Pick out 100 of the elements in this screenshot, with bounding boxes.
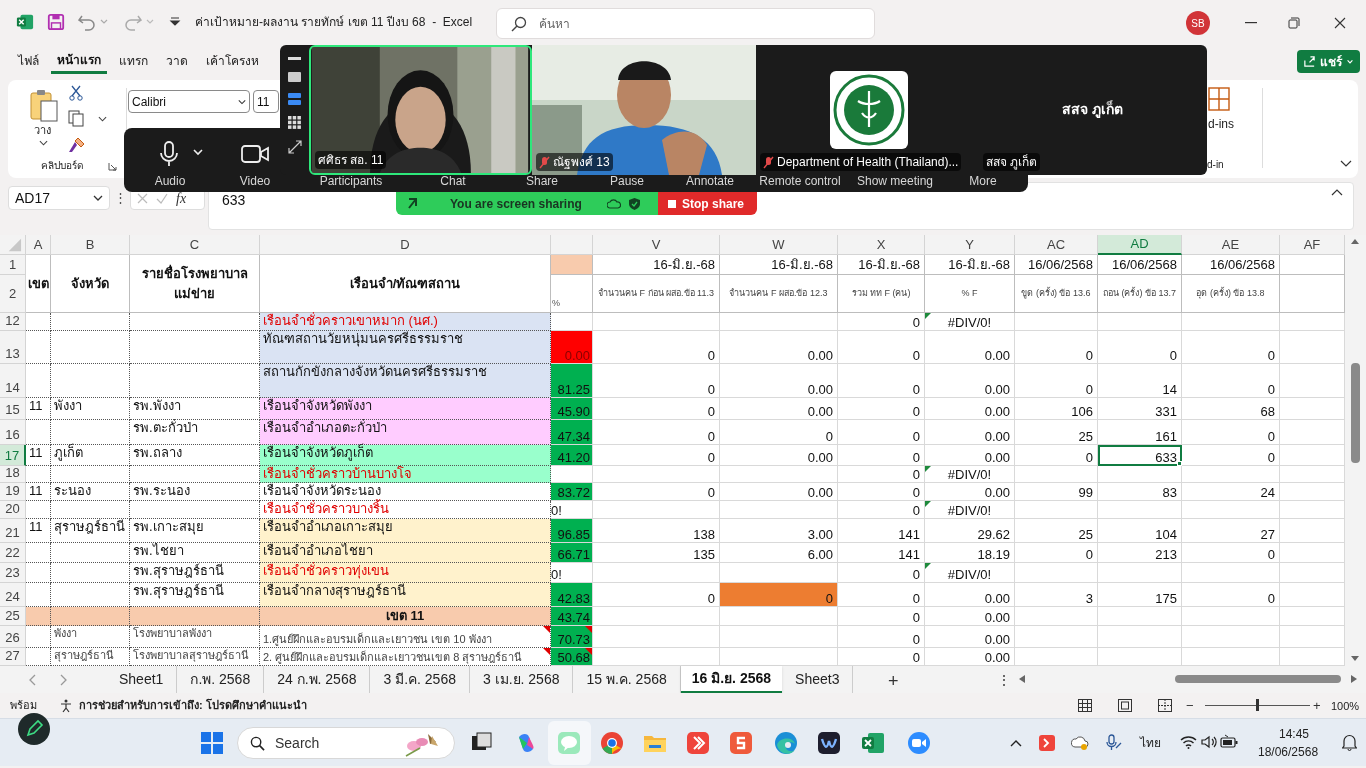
search-field[interactable]: ค้นหา bbox=[496, 8, 875, 39]
copy-icon[interactable] bbox=[68, 110, 84, 127]
column-header[interactable]: AC bbox=[1015, 235, 1098, 255]
video-tile[interactable]: ณัฐพงศ์ 13 bbox=[532, 45, 756, 175]
accessibility-status[interactable]: การช่วยสำหรับการเข้าถึง: โปรดศึกษาคำแนะนำ bbox=[79, 697, 307, 714]
list-view-icon[interactable] bbox=[288, 93, 301, 105]
sheet-tab[interactable]: 16 มิ.ย. 2568 bbox=[680, 666, 783, 693]
shield-icon[interactable] bbox=[628, 197, 640, 210]
accessibility-icon[interactable] bbox=[59, 698, 73, 713]
scissors-icon[interactable] bbox=[69, 85, 83, 101]
page-break-icon[interactable] bbox=[1158, 699, 1172, 712]
row-header[interactable]: 22 bbox=[0, 543, 26, 563]
row-header[interactable]: 26 bbox=[0, 626, 26, 648]
browser-icon[interactable] bbox=[600, 731, 624, 755]
restore-icon[interactable] bbox=[1288, 17, 1300, 29]
weather-icon[interactable] bbox=[1071, 734, 1089, 752]
save-icon[interactable] bbox=[47, 13, 65, 31]
row-header[interactable]: 24 bbox=[0, 583, 26, 607]
clipboard-icon[interactable] bbox=[29, 89, 59, 123]
caret-icon[interactable] bbox=[39, 140, 48, 146]
row-header[interactable]: 23 bbox=[0, 563, 26, 583]
row-header[interactable]: 16 bbox=[0, 420, 26, 445]
battery-icon[interactable] bbox=[1220, 734, 1238, 749]
row-header[interactable]: 2 bbox=[0, 275, 26, 313]
close-icon[interactable] bbox=[1334, 17, 1346, 29]
row-header[interactable]: 21 bbox=[0, 519, 26, 543]
row-header[interactable]: 25 bbox=[0, 607, 26, 626]
clock-date[interactable]: 18/06/2568 bbox=[1258, 743, 1319, 761]
caret-icon[interactable] bbox=[98, 116, 107, 122]
ribbon-tab[interactable]: หน้าแรก bbox=[51, 48, 107, 74]
clock-time[interactable]: 14:45 bbox=[1279, 725, 1310, 743]
video-tile[interactable]: Department of Health (Thailand)... bbox=[756, 45, 979, 175]
chevron-down-icon[interactable] bbox=[1340, 160, 1352, 167]
column-header[interactable]: Y bbox=[925, 235, 1015, 255]
row-header[interactable]: 17 bbox=[0, 445, 26, 466]
name-box[interactable]: AD17 bbox=[8, 186, 110, 210]
next-sheet-icon[interactable] bbox=[60, 673, 68, 686]
scrollbar-thumb[interactable] bbox=[1175, 675, 1341, 683]
zoom-level[interactable]: 100% bbox=[1331, 698, 1360, 715]
row-header[interactable]: 20 bbox=[0, 501, 26, 519]
add-sheet-button[interactable]: + bbox=[886, 668, 901, 695]
column-header[interactable]: B bbox=[51, 235, 130, 255]
ribbon-tab[interactable]: แทรก bbox=[113, 48, 154, 74]
previous-sheet-icon[interactable] bbox=[28, 673, 36, 686]
row-header[interactable]: 15 bbox=[0, 398, 26, 420]
ribbon-tab[interactable]: วาด bbox=[160, 48, 194, 74]
row-header[interactable]: 1 bbox=[0, 255, 26, 275]
wifi-icon[interactable] bbox=[1180, 735, 1197, 749]
column-header[interactable]: V bbox=[593, 235, 720, 255]
column-header[interactable]: C bbox=[130, 235, 260, 255]
scroll-down-icon[interactable] bbox=[1351, 656, 1359, 662]
row-header[interactable]: 19 bbox=[0, 483, 26, 501]
speaker-icon[interactable] bbox=[1201, 735, 1217, 749]
undo-icon[interactable] bbox=[77, 13, 97, 31]
normal-view-icon[interactable] bbox=[1078, 699, 1092, 712]
chevron-app-icon[interactable] bbox=[686, 731, 710, 755]
arrow-icon[interactable] bbox=[408, 198, 418, 209]
ribbon-tab[interactable]: เค้าโครงห bbox=[200, 48, 265, 74]
chevron-up-icon[interactable] bbox=[1331, 189, 1343, 196]
microphone-icon[interactable] bbox=[1104, 734, 1122, 752]
chevron-app-icon[interactable] bbox=[1039, 735, 1055, 751]
column-header[interactable]: X bbox=[838, 235, 925, 255]
microphone-icon[interactable] bbox=[160, 141, 178, 167]
notification-icon[interactable] bbox=[1342, 734, 1357, 751]
row-header[interactable]: 13 bbox=[0, 331, 26, 364]
launcher-icon[interactable] bbox=[108, 162, 117, 171]
row-header[interactable]: 12 bbox=[0, 313, 26, 331]
insert-function-button[interactable]: fx bbox=[176, 187, 187, 209]
column-header[interactable]: W bbox=[720, 235, 838, 255]
pen-button[interactable] bbox=[17, 712, 51, 746]
zoom-slider-thumb[interactable] bbox=[1256, 699, 1259, 711]
ribbon-tab[interactable]: ไฟล์ bbox=[12, 48, 45, 74]
scroll-up-icon[interactable] bbox=[1351, 238, 1359, 244]
browser-icon[interactable] bbox=[774, 731, 798, 755]
zoom-out-button[interactable]: − bbox=[1186, 696, 1194, 716]
row-header[interactable]: 18 bbox=[0, 466, 26, 483]
add-ins-icon[interactable] bbox=[1208, 87, 1230, 111]
column-header[interactable]: AE bbox=[1182, 235, 1280, 255]
column-header[interactable]: AF bbox=[1280, 235, 1345, 255]
page-layout-icon[interactable] bbox=[1118, 699, 1132, 712]
spreadsheet-icon[interactable] bbox=[16, 13, 34, 31]
expand-icon[interactable] bbox=[287, 140, 302, 154]
row-header[interactable]: 27 bbox=[0, 648, 26, 666]
more-button[interactable]: ⋮ bbox=[114, 188, 127, 208]
chevron-up-icon[interactable] bbox=[1010, 739, 1022, 747]
language-indicator[interactable]: ไทย bbox=[1140, 734, 1161, 752]
minimize-icon[interactable] bbox=[288, 57, 301, 61]
row-header[interactable]: 14 bbox=[0, 364, 26, 398]
spreadsheet-icon[interactable] bbox=[861, 731, 885, 755]
column-header[interactable]: AD bbox=[1098, 235, 1182, 255]
minimize-icon[interactable] bbox=[1245, 22, 1257, 24]
column-header[interactable]: A bbox=[26, 235, 51, 255]
video-app-icon[interactable] bbox=[907, 731, 931, 755]
share-button[interactable]: แชร์ bbox=[1297, 50, 1360, 73]
column-header[interactable]: D bbox=[260, 235, 551, 255]
customize-icon[interactable] bbox=[169, 16, 181, 28]
stop-share-button[interactable]: Stop share bbox=[658, 192, 757, 215]
paste-label[interactable]: วาง bbox=[34, 122, 51, 139]
letter-app-icon[interactable] bbox=[729, 731, 753, 755]
scrollbar-thumb[interactable] bbox=[1351, 363, 1360, 463]
